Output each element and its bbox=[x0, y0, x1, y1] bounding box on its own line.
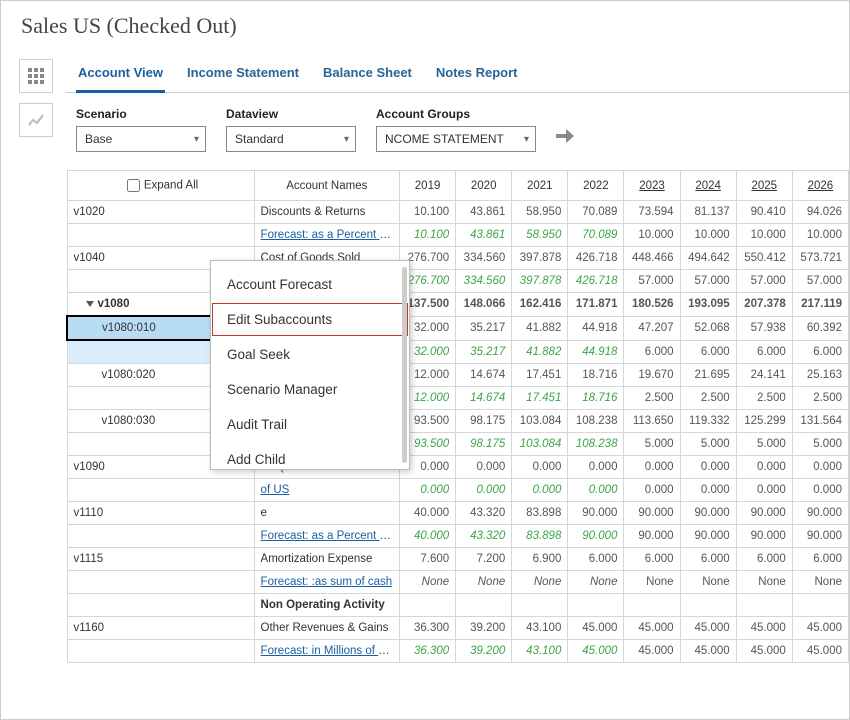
col-year-2021: 2021 bbox=[512, 171, 568, 201]
tab-notes-report[interactable]: Notes Report bbox=[434, 59, 520, 92]
table-row[interactable]: nt of S12.00014.67417.45118.7162.5002.50… bbox=[67, 386, 849, 409]
table-row[interactable]: Forecast: as a Percent of F10.10043.8615… bbox=[67, 224, 849, 247]
expand-all-checkbox[interactable] bbox=[127, 179, 140, 192]
table-row[interactable]: Forecast: :as sum of cashNoneNoneNoneNon… bbox=[67, 570, 849, 593]
ctx-account-forecast[interactable]: Account Forecast bbox=[211, 267, 409, 302]
col-account-names: Account Names bbox=[254, 171, 399, 201]
scrollbar[interactable] bbox=[402, 267, 407, 463]
ctx-scenario-manager[interactable]: Scenario Manager bbox=[211, 372, 409, 407]
table-row[interactable]: Forecast: as a Percent of S276.700334.56… bbox=[67, 270, 849, 293]
grid-view-button[interactable] bbox=[19, 59, 53, 93]
table-row[interactable]: v1020Discounts & Returns10.10043.86158.9… bbox=[67, 201, 849, 224]
go-button[interactable] bbox=[556, 127, 574, 152]
table-row[interactable]: v1110e40.00043.32083.89890.00090.00090.0… bbox=[67, 501, 849, 524]
chart-icon bbox=[27, 111, 45, 129]
forecast-link[interactable]: Forecast: :as sum of cash bbox=[261, 576, 393, 588]
table-row[interactable]: v1080:02012.00014.67417.45118.71619.6702… bbox=[67, 363, 849, 386]
tabs: Account View Income Statement Balance Shee… bbox=[66, 49, 849, 93]
ctx-add-child[interactable]: Add Child bbox=[211, 442, 409, 470]
dataview-value: Standard bbox=[235, 132, 284, 146]
account-groups-select[interactable]: NCOME STATEMENT ▾ bbox=[376, 126, 536, 152]
chevron-down-icon: ▾ bbox=[344, 134, 349, 145]
col-year-2023[interactable]: 2023 bbox=[624, 171, 680, 201]
table-row[interactable]: of US0.0000.0000.0000.0000.0000.0000.000… bbox=[67, 478, 849, 501]
tab-income-statement[interactable]: Income Statement bbox=[185, 59, 301, 92]
filter-row: Scenario Base ▾ Dataview Standard ▾ Acco… bbox=[66, 93, 849, 170]
ctx-audit-trail[interactable]: Audit Trail bbox=[211, 407, 409, 442]
forecast-link[interactable]: Forecast: in Millions of US bbox=[261, 645, 395, 657]
col-year-2024[interactable]: 2024 bbox=[680, 171, 736, 201]
account-groups-label: Account Groups bbox=[376, 107, 536, 121]
ctx-edit-subaccounts[interactable]: Edit Subaccounts bbox=[211, 302, 409, 337]
col-year-2022: 2022 bbox=[568, 171, 624, 201]
col-year-2019: 2019 bbox=[400, 171, 456, 201]
account-grid[interactable]: Expand All Account Names 201920202021202… bbox=[66, 170, 849, 663]
scenario-value: Base bbox=[85, 132, 112, 146]
tab-balance-sheet[interactable]: Balance Sheet bbox=[321, 59, 414, 92]
page-title: Sales US (Checked Out) bbox=[1, 1, 849, 49]
table-row[interactable]: Non Operating Activity bbox=[67, 593, 849, 616]
forecast-link[interactable]: Forecast: as a Percent of F bbox=[261, 229, 400, 241]
dataview-select[interactable]: Standard ▾ bbox=[226, 126, 356, 152]
col-year-2020: 2020 bbox=[456, 171, 512, 201]
grid-icon bbox=[27, 67, 45, 85]
dataview-label: Dataview bbox=[226, 107, 356, 121]
chevron-down-icon: ▾ bbox=[524, 134, 529, 145]
tab-account-view[interactable]: Account View bbox=[76, 59, 165, 93]
scenario-select[interactable]: Base ▾ bbox=[76, 126, 206, 152]
left-rail bbox=[1, 49, 56, 663]
table-row[interactable]: v1080Total SG & A Expense137.500148.0661… bbox=[67, 293, 849, 317]
chevron-down-icon: ▾ bbox=[194, 134, 199, 145]
account-groups-value: NCOME STATEMENT bbox=[385, 132, 504, 146]
arrow-right-icon bbox=[556, 129, 574, 143]
table-row[interactable]: Forecast: in Millions of US36.30039.2004… bbox=[67, 639, 849, 662]
forecast-link[interactable]: Forecast: as a Percent of D bbox=[261, 530, 400, 542]
col-year-2026[interactable]: 2026 bbox=[792, 171, 848, 201]
chart-view-button[interactable] bbox=[19, 103, 53, 137]
forecast-link[interactable]: of US bbox=[261, 484, 290, 496]
table-row[interactable]: v1090me/(E0.0000.0000.0000.0000.0000.000… bbox=[67, 455, 849, 478]
scenario-label: Scenario bbox=[76, 107, 206, 121]
expand-all-header[interactable]: Expand All bbox=[67, 171, 254, 201]
table-row[interactable]: n Rate93.50098.175103.084108.2385.0005.0… bbox=[67, 432, 849, 455]
table-row[interactable]: Forecast: as a Percent of D40.00043.3208… bbox=[67, 524, 849, 547]
context-menu: Account ForecastEdit SubaccountsGoal See… bbox=[210, 260, 410, 470]
table-row[interactable]: v1160Other Revenues & Gains36.30039.2004… bbox=[67, 616, 849, 639]
table-row[interactable]: nt of S32.00035.21741.88244.9186.0006.00… bbox=[67, 340, 849, 363]
table-row[interactable]: v1115Amortization Expense7.6007.2006.900… bbox=[67, 547, 849, 570]
expand-all-label: Expand All bbox=[144, 180, 198, 192]
table-row[interactable]: v1080:030ses93.50098.175103.084108.23811… bbox=[67, 409, 849, 432]
ctx-goal-seek[interactable]: Goal Seek bbox=[211, 337, 409, 372]
col-year-2025[interactable]: 2025 bbox=[736, 171, 792, 201]
table-row[interactable]: v1040Cost of Goods Sold276.700334.560397… bbox=[67, 247, 849, 270]
table-row[interactable]: v1080:01032.00035.21741.88244.91847.2075… bbox=[67, 316, 849, 340]
